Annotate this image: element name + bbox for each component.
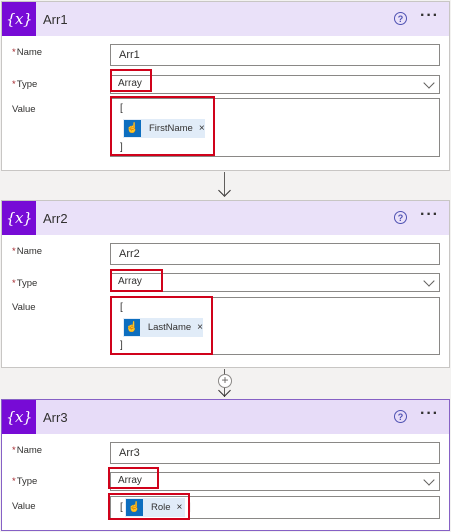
name-input[interactable]: Arr2 bbox=[110, 243, 440, 265]
name-label-text: Name bbox=[16, 445, 43, 456]
more-options-icon[interactable]: ··· bbox=[420, 7, 439, 25]
name-label: *Name bbox=[12, 445, 42, 456]
value-label: Value bbox=[12, 302, 36, 313]
required-mark: * bbox=[12, 246, 16, 257]
variable-icon: {x} bbox=[2, 2, 36, 36]
action-card-arr1: {x} Arr1 ? ··· *Name Arr1 *Type Array Va… bbox=[1, 1, 450, 171]
help-icon[interactable]: ? bbox=[394, 410, 407, 423]
chevron-down-icon bbox=[423, 77, 435, 89]
required-mark: * bbox=[12, 278, 16, 289]
value-label: Value bbox=[12, 104, 36, 115]
required-mark: * bbox=[12, 79, 16, 90]
card-title: Arr1 bbox=[43, 12, 68, 27]
highlight-type-1 bbox=[110, 69, 152, 92]
variable-icon: {x} bbox=[2, 201, 36, 235]
name-label: *Name bbox=[12, 47, 42, 58]
type-label: *Type bbox=[12, 476, 37, 487]
required-mark: * bbox=[12, 445, 16, 456]
action-card-arr3: {x} Arr3 ? ··· *Name Arr3 *Type Array Va… bbox=[1, 399, 450, 531]
card-header[interactable]: {x} Arr2 ? ··· bbox=[2, 201, 449, 235]
more-options-icon[interactable]: ··· bbox=[420, 206, 439, 224]
card-title: Arr2 bbox=[43, 211, 68, 226]
card-header[interactable]: {x} Arr1 ? ··· bbox=[2, 2, 449, 36]
required-mark: * bbox=[12, 47, 16, 58]
name-input[interactable]: Arr3 bbox=[110, 442, 440, 464]
type-label-text: Type bbox=[16, 476, 38, 487]
required-mark: * bbox=[12, 476, 16, 487]
type-label: *Type bbox=[12, 79, 37, 90]
highlight-type-2 bbox=[110, 269, 163, 292]
name-label-text: Name bbox=[16, 246, 43, 257]
chevron-down-icon bbox=[423, 474, 435, 486]
highlight-type-3 bbox=[108, 467, 159, 489]
card-title: Arr3 bbox=[43, 410, 68, 425]
arrow-down-icon bbox=[218, 184, 231, 197]
type-label-text: Type bbox=[16, 79, 38, 90]
highlight-value-2 bbox=[110, 296, 213, 355]
name-label-text: Name bbox=[16, 47, 43, 58]
name-input[interactable]: Arr1 bbox=[110, 44, 440, 66]
help-icon[interactable]: ? bbox=[394, 211, 407, 224]
type-select[interactable]: Array bbox=[110, 472, 440, 491]
value-label: Value bbox=[12, 501, 36, 512]
type-label-text: Type bbox=[16, 278, 38, 289]
more-options-icon[interactable]: ··· bbox=[420, 405, 439, 423]
highlight-value-3 bbox=[108, 493, 190, 520]
name-label: *Name bbox=[12, 246, 42, 257]
type-select[interactable]: Array bbox=[110, 75, 440, 94]
variable-icon: {x} bbox=[2, 400, 36, 434]
type-label: *Type bbox=[12, 278, 37, 289]
chevron-down-icon bbox=[423, 275, 435, 287]
action-card-arr2: {x} Arr2 ? ··· *Name Arr2 *Type Array Va… bbox=[1, 200, 450, 368]
card-header[interactable]: {x} Arr3 ? ··· bbox=[2, 400, 449, 434]
highlight-value-1 bbox=[110, 96, 215, 156]
help-icon[interactable]: ? bbox=[394, 12, 407, 25]
